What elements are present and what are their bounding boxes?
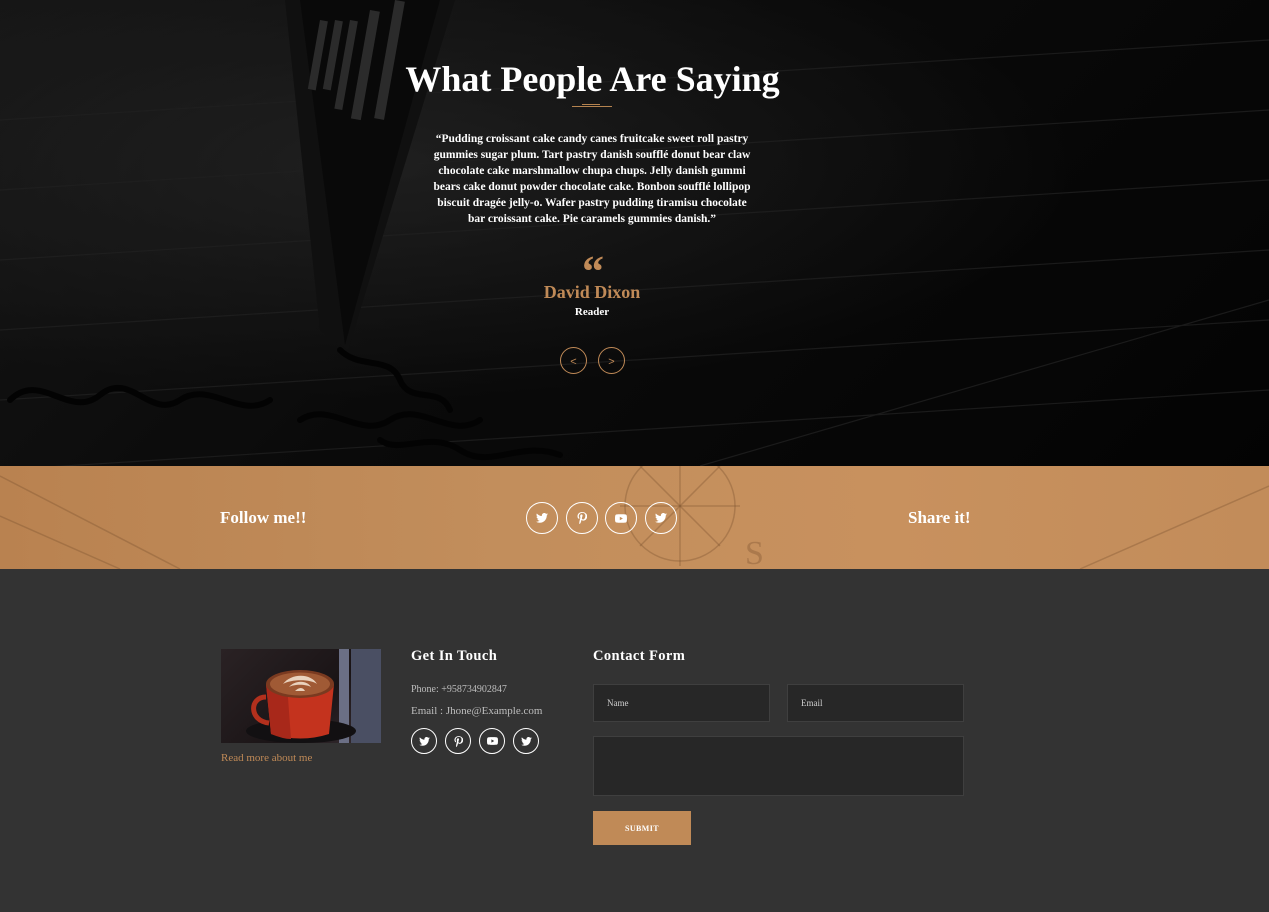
get-in-touch-title: Get In Touch [411,648,498,664]
testimonial-title: What People Are Saying [405,59,780,99]
follow-band: S Follow me!! Share it! [0,466,1269,569]
footer-twitter-button-2[interactable] [513,728,539,754]
twitter-icon [655,513,667,523]
name-input[interactable] [593,684,770,722]
footer-youtube-button[interactable] [479,728,505,754]
contact-form-title: Contact Form [593,648,686,664]
follow-title: Follow me!! [220,508,307,527]
message-textarea[interactable] [593,736,964,796]
footer-twitter-button[interactable] [411,728,437,754]
share-title: Share it! [908,508,971,527]
testimonial-quote: “Pudding croissant cake candy canes frui… [433,133,751,225]
submit-button[interactable]: SUBMIT [593,811,691,845]
footer: Read more about me Get In Touch Phone: +… [0,569,1269,912]
pinterest-icon [577,512,587,524]
pinterest-icon [453,735,463,747]
email-input[interactable] [787,684,964,722]
follow-pinterest-button[interactable] [566,502,598,534]
testimonial-author-role: Reader [574,306,610,318]
footer-pinterest-button[interactable] [445,728,471,754]
twitter-icon [520,736,532,746]
svg-text:S: S [745,535,764,569]
read-more-link[interactable]: Read more about me [221,752,312,764]
coffee-cup-illustration [246,649,381,743]
twitter-icon [536,513,548,523]
next-testimonial-button[interactable]: > [598,347,625,374]
testimonial-section: What People Are Saying “Pudding croissan… [0,0,1269,466]
youtube-icon [486,737,498,745]
contact-phone: Phone: +958734902847 [411,684,507,695]
testimonial-author: David Dixon [543,282,641,302]
follow-twitter-button-2[interactable] [645,502,677,534]
contact-email: Email : Jhone@Example.com [411,705,543,717]
follow-youtube-button[interactable] [605,502,637,534]
youtube-icon [615,513,627,523]
coffee-cup-image [221,649,381,743]
previous-testimonial-button[interactable]: < [560,347,587,374]
twitter-icon [418,736,430,746]
title-divider [572,104,612,107]
follow-twitter-button[interactable] [526,502,558,534]
